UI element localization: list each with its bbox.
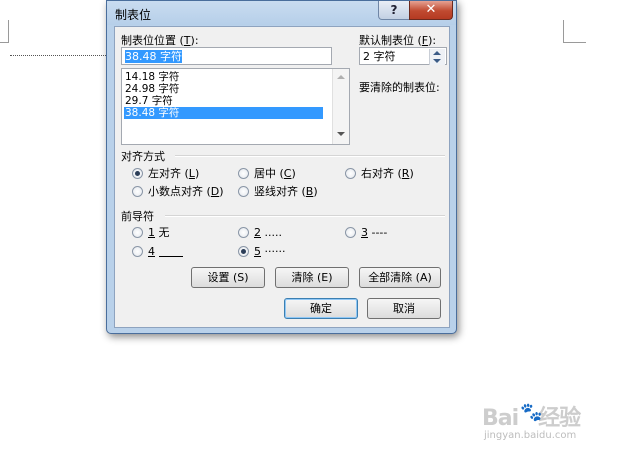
underline-leader-sample: [159, 256, 183, 257]
leader-4-label: 4: [148, 245, 183, 259]
radio-icon[interactable]: [132, 227, 143, 238]
tab-stop-position-input[interactable]: 38.48 字符: [121, 47, 332, 65]
leader-2-label: 2 .....: [254, 226, 282, 239]
align-bar-label: 竖线对齐 (B): [254, 185, 318, 198]
paw-icon: 🐾: [520, 402, 543, 423]
help-icon: ?: [390, 3, 398, 17]
default-tab-stops-spinner[interactable]: 2 字符: [359, 47, 447, 65]
radio-checked-icon[interactable]: [238, 246, 249, 257]
leader-1-label: 1 无: [148, 226, 170, 239]
tab-stops-listbox[interactable]: 14.18 字符 24.98 字符 29.7 字符 38.48 字符: [121, 68, 350, 145]
page-margin-mark-right: [563, 20, 586, 43]
list-item[interactable]: 29.7 字符: [124, 95, 323, 107]
clear-button[interactable]: 清除 (E): [275, 267, 349, 288]
help-button[interactable]: ?: [378, 1, 410, 20]
default-tab-stops-label: 默认制表位 (F):: [359, 34, 437, 47]
default-tab-stops-value: 2 字符: [363, 50, 396, 63]
spin-up-icon[interactable]: [433, 51, 441, 55]
radio-icon[interactable]: [238, 168, 249, 179]
dialog-titlebar[interactable]: 制表位 ? ✕: [107, 1, 456, 25]
leader-5-label: 5 ······: [254, 245, 286, 258]
spinner-buttons[interactable]: [429, 49, 445, 65]
tab-stops-to-clear-label: 要清除的制表位:: [359, 81, 440, 94]
list-item[interactable]: 24.98 字符: [124, 83, 323, 95]
alignment-divider: [175, 155, 445, 157]
align-center-label: 居中 (C): [254, 167, 296, 180]
leader-3-label: 3 ----: [361, 226, 388, 239]
clear-all-button[interactable]: 全部清除 (A): [359, 267, 441, 288]
scroll-up-icon[interactable]: [337, 75, 345, 79]
cancel-button[interactable]: 取消: [367, 298, 441, 319]
leader-divider: [165, 215, 445, 217]
radio-icon[interactable]: [132, 246, 143, 257]
scroll-down-icon[interactable]: [337, 132, 345, 136]
baidu-jingyan-watermark: Bai 经验 🐾 jingyan.baidu.com: [474, 400, 624, 450]
align-decimal-label: 小数点对齐 (D): [148, 185, 224, 198]
close-button[interactable]: ✕: [409, 1, 453, 20]
listbox-scrollbar[interactable]: [332, 69, 349, 144]
radio-checked-icon[interactable]: [132, 168, 143, 179]
leader-heading: 前导符: [121, 210, 154, 223]
align-right-label: 右对齐 (R): [361, 167, 414, 180]
page-margin-mark-left: [0, 20, 9, 43]
alignment-heading: 对齐方式: [121, 150, 165, 163]
spin-down-icon[interactable]: [433, 59, 441, 63]
dialog-client-area: 制表位位置 (T): 38.48 字符 14.18 字符 24.98 字符 29…: [114, 26, 450, 328]
tab-stop-position-label: 制表位位置 (T):: [121, 34, 199, 47]
tab-leader-dotted-line: [10, 55, 108, 56]
align-left-label: 左对齐 (L): [148, 167, 200, 180]
radio-icon[interactable]: [132, 186, 143, 197]
radio-icon[interactable]: [345, 168, 356, 179]
radio-icon[interactable]: [238, 227, 249, 238]
radio-icon[interactable]: [238, 186, 249, 197]
watermark-url: jingyan.baidu.com: [484, 430, 577, 441]
tabs-dialog: 制表位 ? ✕ 制表位位置 (T): 38.48 字符 14.18 字符 24.…: [106, 0, 457, 334]
list-item[interactable]: 14.18 字符: [124, 71, 323, 83]
dialog-title: 制表位: [115, 8, 152, 22]
list-item-selected[interactable]: 38.48 字符: [124, 107, 323, 119]
close-icon: ✕: [425, 2, 437, 17]
set-button[interactable]: 设置 (S): [191, 267, 265, 288]
tab-stop-position-value: 38.48 字符: [125, 50, 182, 63]
radio-icon[interactable]: [345, 227, 356, 238]
ok-button[interactable]: 确定: [284, 298, 358, 319]
